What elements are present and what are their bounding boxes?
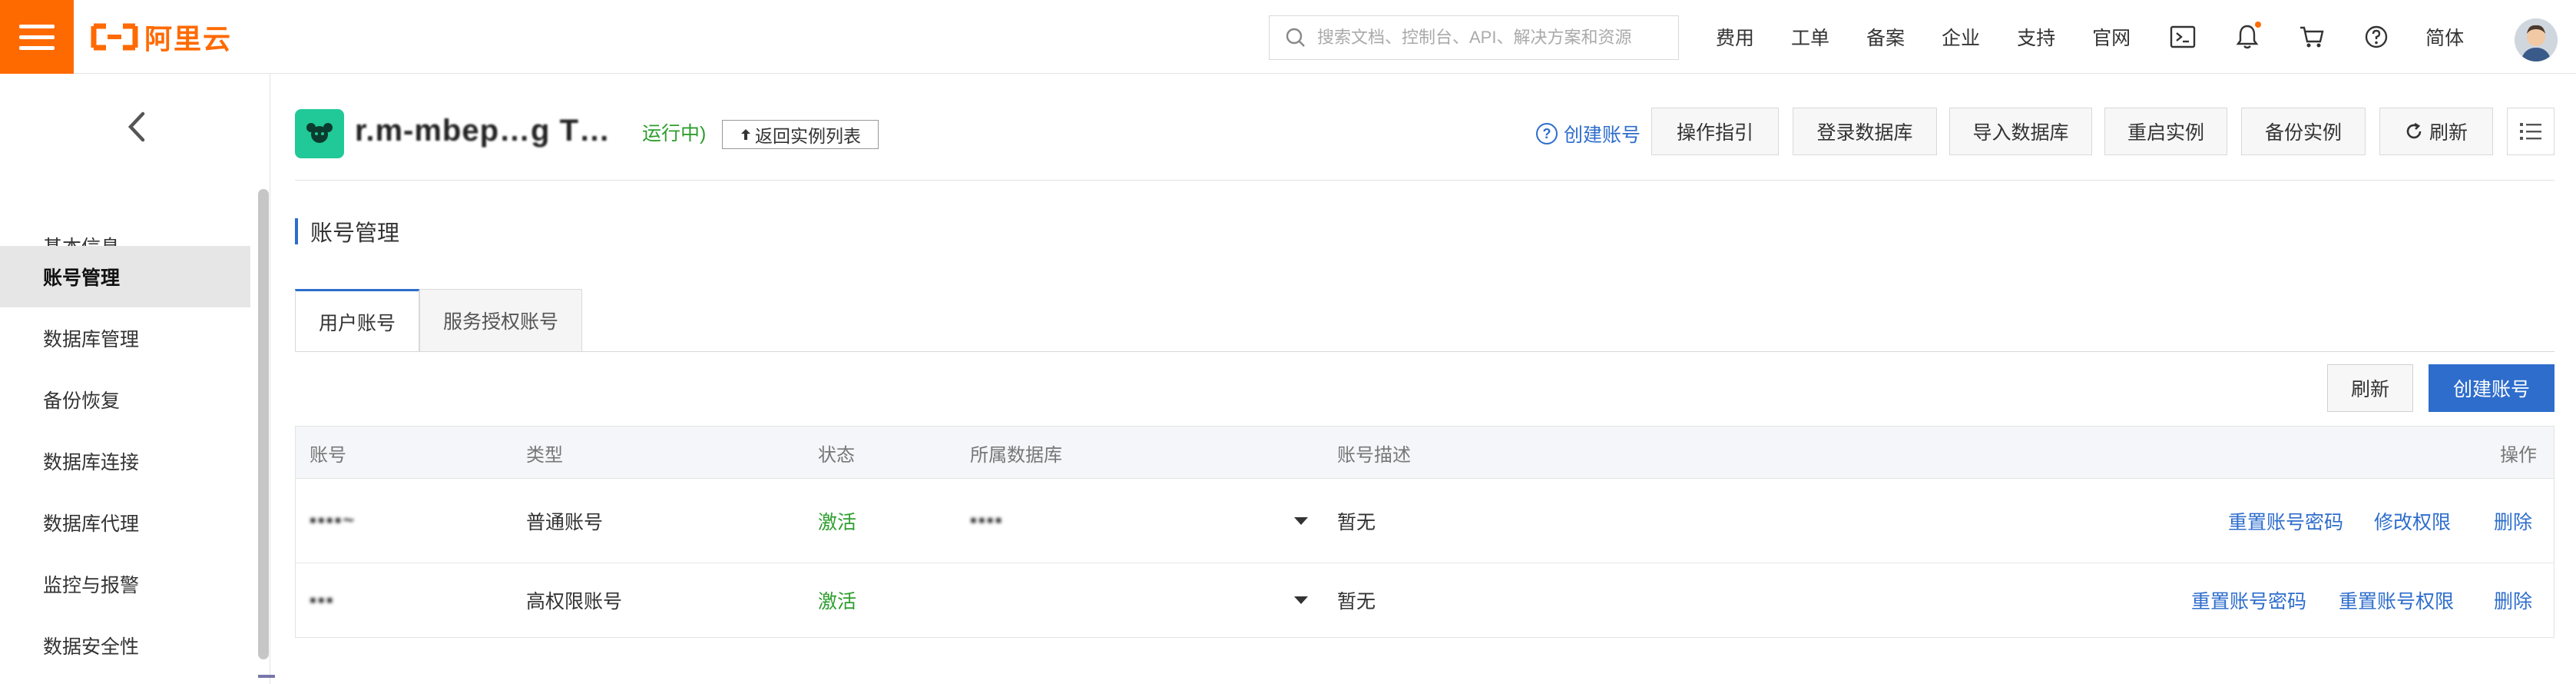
caret-down-icon bbox=[1294, 516, 1308, 525]
question-circle-icon: ? bbox=[1536, 123, 1558, 144]
nav-link-support[interactable]: 支持 bbox=[2017, 23, 2055, 51]
delete-link[interactable]: 删除 bbox=[2494, 479, 2532, 563]
database-dropdown[interactable] bbox=[1294, 563, 1308, 637]
sidebar-item-database-proxy[interactable]: 数据库代理 bbox=[0, 492, 250, 553]
brand-name: 阿里云 bbox=[144, 23, 233, 55]
global-search[interactable] bbox=[1269, 15, 1679, 60]
caret-down-icon bbox=[1294, 596, 1308, 604]
reset-password-link[interactable]: 重置账号密码 bbox=[2191, 563, 2306, 637]
aliyun-logo[interactable]: 阿里云 bbox=[91, 20, 233, 55]
accounts-table: 账号 类型 状态 所属数据库 账号描述 操作 ▪▪▪▪~ 普通账号 激活 ▪▪▪… bbox=[295, 426, 2554, 638]
login-database-button[interactable]: 登录数据库 bbox=[1793, 108, 1937, 155]
account-name: ▪▪▪▪~ bbox=[310, 510, 356, 531]
hamburger-menu-icon[interactable] bbox=[0, 0, 74, 74]
tabs-underline bbox=[295, 351, 2554, 352]
col-header-database: 所属数据库 bbox=[970, 444, 1062, 466]
help-icon[interactable] bbox=[2361, 22, 2392, 52]
table-header: 账号 类型 状态 所属数据库 账号描述 操作 bbox=[296, 427, 2554, 479]
nav-link-website[interactable]: 官网 bbox=[2092, 23, 2131, 51]
create-account-button[interactable]: 创建账号 bbox=[2429, 364, 2554, 412]
restart-instance-button[interactable]: 重启实例 bbox=[2104, 108, 2227, 155]
delete-link[interactable]: 删除 bbox=[2494, 563, 2532, 637]
account-description: 暂无 bbox=[1337, 511, 1376, 533]
refresh-instance-button[interactable]: 刷新 bbox=[2379, 108, 2493, 155]
col-header-status: 状态 bbox=[818, 444, 855, 466]
account-name: ▪▪▪ bbox=[310, 589, 335, 611]
sidebar-item-database-connection[interactable]: 数据库连接 bbox=[0, 430, 250, 492]
account-type: 普通账号 bbox=[526, 511, 604, 533]
notification-bell-icon[interactable] bbox=[2232, 22, 2263, 52]
table-row: ▪▪▪▪~ 普通账号 激活 ▪▪▪▪ 暂无 重置账号密码 修改权限 删除 bbox=[296, 479, 2554, 563]
back-to-instance-list-button[interactable]: 返回实例列表 bbox=[722, 120, 879, 149]
col-header-actions: 操作 bbox=[2500, 444, 2537, 466]
col-header-account: 账号 bbox=[310, 444, 346, 466]
page-title: 账号管理 bbox=[295, 218, 399, 246]
create-account-help-link[interactable]: ? 创建账号 bbox=[1536, 120, 1641, 148]
nav-link-billing[interactable]: 费用 bbox=[1716, 23, 1754, 51]
backup-instance-button[interactable]: 备份实例 bbox=[2241, 108, 2366, 155]
sidebar-item-monitoring-alerts[interactable]: 监控与报警 bbox=[0, 553, 250, 615]
import-database-button[interactable]: 导入数据库 bbox=[1949, 108, 2092, 155]
database-dropdown[interactable] bbox=[1294, 479, 1308, 563]
sidebar-item-data-security[interactable]: 数据安全性 bbox=[0, 615, 250, 676]
instance-status: 运行中) bbox=[642, 123, 707, 144]
aliyun-logo-icon bbox=[91, 23, 138, 51]
reset-password-link[interactable]: 重置账号密码 bbox=[2228, 479, 2343, 563]
tab-user-accounts[interactable]: 用户账号 bbox=[295, 289, 419, 352]
search-input[interactable] bbox=[1317, 28, 1670, 48]
modify-permissions-link[interactable]: 修改权限 bbox=[2374, 479, 2451, 563]
sidebar-item-account-management[interactable]: 账号管理 bbox=[0, 246, 250, 307]
refresh-label: 刷新 bbox=[2429, 122, 2468, 144]
table-row: ▪▪▪ 高权限账号 激活 暂无 重置账号密码 重置账号权限 删除 bbox=[296, 563, 2554, 637]
terminal-icon[interactable] bbox=[2167, 22, 2198, 52]
operation-guide-button[interactable]: 操作指引 bbox=[1651, 108, 1779, 155]
sidebar-item-database-management[interactable]: 数据库管理 bbox=[0, 307, 250, 369]
refresh-list-button[interactable]: 刷新 bbox=[2327, 364, 2413, 412]
list-view-icon[interactable] bbox=[2507, 108, 2554, 155]
arrow-up-icon bbox=[741, 129, 750, 140]
account-tabs: 用户账号 服务授权账号 bbox=[295, 289, 582, 352]
language-switch[interactable]: 简体 bbox=[2425, 23, 2464, 51]
nav-link-icp[interactable]: 备案 bbox=[1866, 23, 1905, 51]
reset-permissions-link[interactable]: 重置账号权限 bbox=[2339, 563, 2454, 637]
sidebar: 基本信息 账号管理 数据库管理 备份恢复 数据库连接 数据库代理 监控与报警 数… bbox=[0, 74, 275, 684]
chevron-left-icon[interactable] bbox=[121, 109, 152, 144]
scrollbar-end-marker bbox=[258, 675, 275, 678]
user-avatar[interactable] bbox=[2515, 18, 2558, 61]
nav-link-enterprise[interactable]: 企业 bbox=[1942, 23, 1980, 51]
database-name: ▪▪▪▪ bbox=[970, 510, 1004, 531]
back-button-label: 返回实例列表 bbox=[755, 126, 861, 146]
col-header-description: 账号描述 bbox=[1337, 444, 1411, 466]
col-header-type: 类型 bbox=[526, 444, 563, 466]
account-type: 高权限账号 bbox=[526, 591, 623, 613]
status-badge: 激活 bbox=[818, 591, 857, 613]
status-badge: 激活 bbox=[818, 511, 857, 533]
nav-link-tickets[interactable]: 工单 bbox=[1791, 23, 1829, 51]
instance-name: r.m-mbep…g T… bbox=[355, 114, 611, 148]
shopping-cart-icon[interactable] bbox=[2296, 22, 2327, 52]
header-divider bbox=[295, 180, 2554, 181]
top-navigation-bar: 阿里云 费用 工单 备案 企业 支持 官网 简体 bbox=[0, 0, 2576, 74]
refresh-icon bbox=[2406, 122, 2422, 139]
sidebar-scrollbar[interactable] bbox=[258, 189, 269, 659]
top-nav-links: 费用 工单 备案 企业 支持 官网 简体 bbox=[1716, 0, 2502, 74]
instance-type-icon bbox=[295, 109, 344, 158]
sidebar-item-backup-restore[interactable]: 备份恢复 bbox=[0, 369, 250, 430]
tab-service-authorized-accounts[interactable]: 服务授权账号 bbox=[419, 289, 582, 352]
account-description: 暂无 bbox=[1337, 591, 1376, 613]
search-icon bbox=[1286, 28, 1305, 47]
help-link-label: 创建账号 bbox=[1564, 125, 1641, 146]
notification-dot bbox=[2255, 22, 2262, 28]
